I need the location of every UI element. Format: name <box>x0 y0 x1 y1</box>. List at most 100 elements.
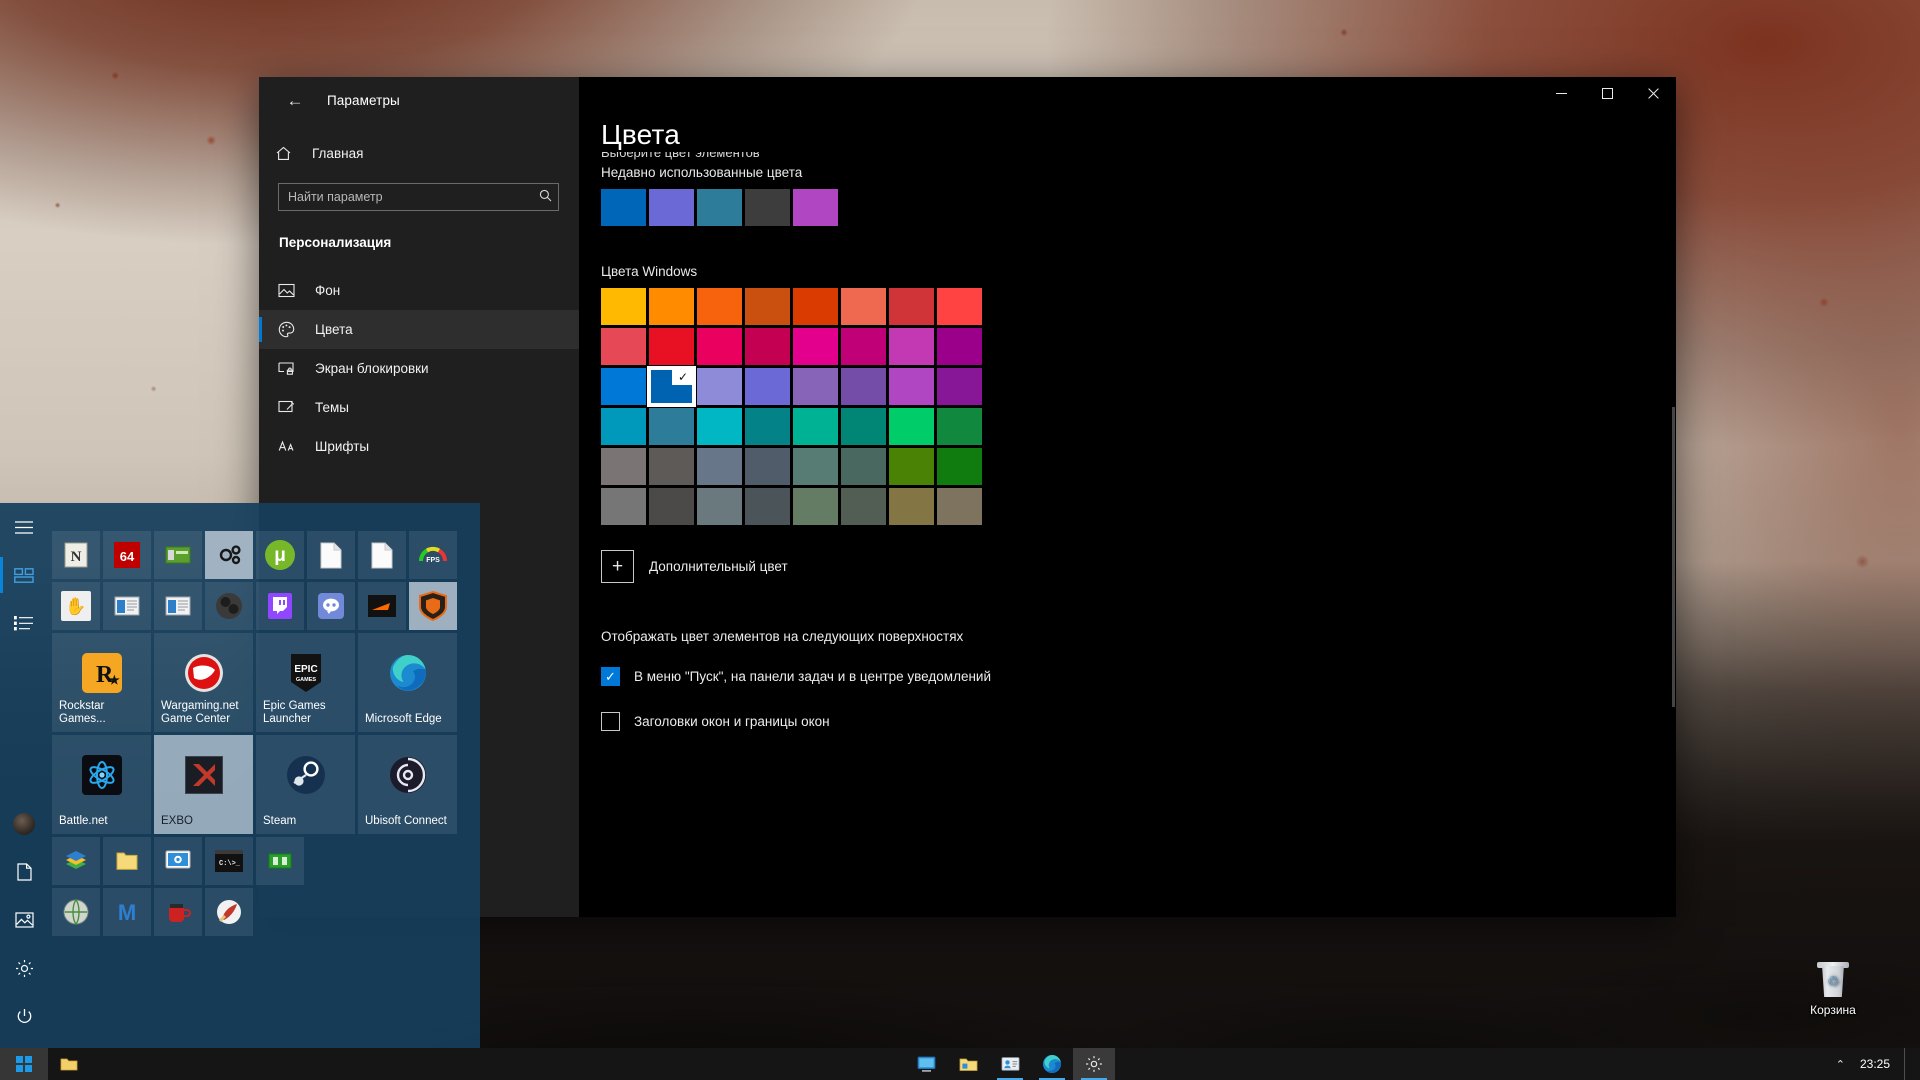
fps-monitor-tile[interactable]: FPS <box>409 531 457 579</box>
document-tile-1[interactable] <box>307 531 355 579</box>
x64dbg-tile[interactable]: 64 <box>103 531 151 579</box>
recycle-bin-desktop-icon[interactable]: ♲ Корзина <box>1790 960 1876 1017</box>
driver-tool-tile[interactable] <box>154 531 202 579</box>
plus-icon[interactable]: + <box>601 550 634 583</box>
windows-color-swatch[interactable] <box>601 408 646 445</box>
bloody-tile[interactable]: ✋ <box>52 582 100 630</box>
window-tool-tile-2[interactable] <box>154 582 202 630</box>
window-tool-tile-1[interactable] <box>103 582 151 630</box>
windows-color-swatch[interactable] <box>793 328 838 365</box>
recent-color-swatch[interactable] <box>697 189 742 226</box>
windows-color-swatch[interactable] <box>649 328 694 365</box>
checkbox-start-taskbar-action-center-box[interactable]: ✓ <box>601 667 620 686</box>
cheat-engine-tile[interactable] <box>205 531 253 579</box>
checkbox-start-taskbar-action-center[interactable]: ✓ В меню "Пуск", на панели задач и в цен… <box>601 667 1676 686</box>
windows-color-swatch[interactable] <box>745 448 790 485</box>
twitch-tile[interactable] <box>256 582 304 630</box>
windows-color-swatch[interactable] <box>793 448 838 485</box>
back-arrow-icon[interactable]: ← <box>275 85 315 117</box>
pictures-icon[interactable] <box>0 896 48 944</box>
windows-color-swatch[interactable] <box>889 488 934 525</box>
taskbar-clock[interactable]: 23:25 <box>1854 1048 1904 1080</box>
show-hidden-icons-chevron[interactable]: ⌃ <box>1827 1058 1854 1071</box>
windows-color-swatch[interactable] <box>649 408 694 445</box>
notepad-plus-tile[interactable]: N <box>52 531 100 579</box>
windows-color-swatch[interactable] <box>601 328 646 365</box>
settings-gear-icon[interactable] <box>0 944 48 992</box>
windows-color-swatch[interactable] <box>889 288 934 325</box>
windows-color-swatch[interactable] <box>889 448 934 485</box>
command-prompt-tile[interactable]: C:\>_ <box>205 837 253 885</box>
windows-color-swatch[interactable] <box>649 448 694 485</box>
sidebar-item-themes[interactable]: Темы <box>259 388 579 427</box>
checkbox-title-bars-window-borders-box[interactable] <box>601 712 620 731</box>
file-explorer-window-button[interactable] <box>947 1048 989 1080</box>
windows-color-swatch[interactable] <box>745 328 790 365</box>
all-apps-list-icon[interactable] <box>0 599 48 647</box>
sidebar-item-fonts[interactable]: Шрифты <box>259 427 579 466</box>
windows-color-swatch[interactable] <box>745 288 790 325</box>
obs-studio-tile[interactable] <box>205 582 253 630</box>
alienware-tile[interactable] <box>358 582 406 630</box>
windows-color-swatch[interactable] <box>889 328 934 365</box>
windows-color-swatch[interactable] <box>697 448 742 485</box>
nvidia-tool-tile[interactable] <box>52 888 100 936</box>
windows-color-swatch[interactable] <box>601 288 646 325</box>
windows-color-swatch[interactable] <box>889 408 934 445</box>
windows-color-swatch[interactable] <box>937 368 982 405</box>
windows-color-swatch[interactable] <box>697 328 742 365</box>
windows-color-swatch[interactable] <box>697 288 742 325</box>
windows-color-swatch[interactable] <box>841 448 886 485</box>
settings-scroll-area[interactable]: Недавно использованные цвета Цвета Windo… <box>579 165 1676 917</box>
start-button[interactable] <box>0 1048 48 1080</box>
sidebar-item-colors[interactable]: Цвета <box>259 310 579 349</box>
windows-color-swatch[interactable] <box>745 488 790 525</box>
search-box[interactable] <box>278 183 559 211</box>
windows-color-swatch[interactable] <box>601 448 646 485</box>
epic-games-launcher-tile[interactable]: EPIC GAMES Epic Games Launcher <box>256 633 355 732</box>
checkbox-title-bars-window-borders[interactable]: Заголовки окон и границы окон <box>601 712 1676 731</box>
file-explorer-taskbar-button[interactable] <box>48 1048 90 1080</box>
bluestacks-tile[interactable] <box>52 837 100 885</box>
windows-color-swatch[interactable] <box>889 368 934 405</box>
ram-tool-tile[interactable] <box>256 837 304 885</box>
windows-color-swatch[interactable] <box>841 488 886 525</box>
rockstar-games-tile[interactable]: R ★ Rockstar Games... <box>52 633 151 732</box>
windows-color-swatch[interactable] <box>937 328 982 365</box>
minimize-button[interactable] <box>1538 77 1584 109</box>
windows-color-swatch[interactable] <box>745 408 790 445</box>
windows-color-swatch[interactable] <box>937 288 982 325</box>
vertical-scrollbar[interactable] <box>1672 407 1675 707</box>
folder-tile[interactable] <box>103 837 151 885</box>
wargaming-game-center-tile[interactable]: Wargaming.net Game Center <box>154 633 253 732</box>
escape-from-tarkov-tile[interactable] <box>409 582 457 630</box>
ccleaner-tile[interactable] <box>205 888 253 936</box>
windows-color-swatch[interactable] <box>697 408 742 445</box>
sidebar-item-lock-screen[interactable]: Экран блокировки <box>259 349 579 388</box>
windows-color-swatch[interactable] <box>697 368 742 405</box>
windows-color-swatch-selected[interactable]: ✓ <box>649 368 694 405</box>
windows-color-swatch[interactable] <box>745 368 790 405</box>
windows-color-swatch[interactable] <box>649 488 694 525</box>
document-tile-2[interactable] <box>358 531 406 579</box>
discord-tile[interactable] <box>307 582 355 630</box>
sidebar-item-background[interactable]: Фон <box>259 271 579 310</box>
close-button[interactable] <box>1630 77 1676 109</box>
edge-taskbar-button[interactable] <box>1031 1048 1073 1080</box>
windows-color-swatch[interactable] <box>937 488 982 525</box>
exbo-tile[interactable]: EXBO <box>154 735 253 834</box>
recent-color-swatch[interactable] <box>745 189 790 226</box>
utorrent-tile[interactable]: μ <box>256 531 304 579</box>
show-desktop-button[interactable] <box>1904 1048 1912 1080</box>
windows-color-swatch[interactable] <box>601 488 646 525</box>
settings-taskbar-button[interactable] <box>1073 1048 1115 1080</box>
malwarebytes-tile[interactable]: M <box>103 888 151 936</box>
system-settings-tile[interactable] <box>154 837 202 885</box>
ubisoft-connect-tile[interactable]: Ubisoft Connect <box>358 735 457 834</box>
windows-color-swatch[interactable] <box>841 368 886 405</box>
windows-colors-grid[interactable]: ✓ <box>601 288 982 525</box>
recent-color-swatch[interactable] <box>649 189 694 226</box>
recent-color-swatch[interactable] <box>793 189 838 226</box>
windows-color-swatch[interactable] <box>937 448 982 485</box>
microsoft-edge-tile[interactable]: Microsoft Edge <box>358 633 457 732</box>
